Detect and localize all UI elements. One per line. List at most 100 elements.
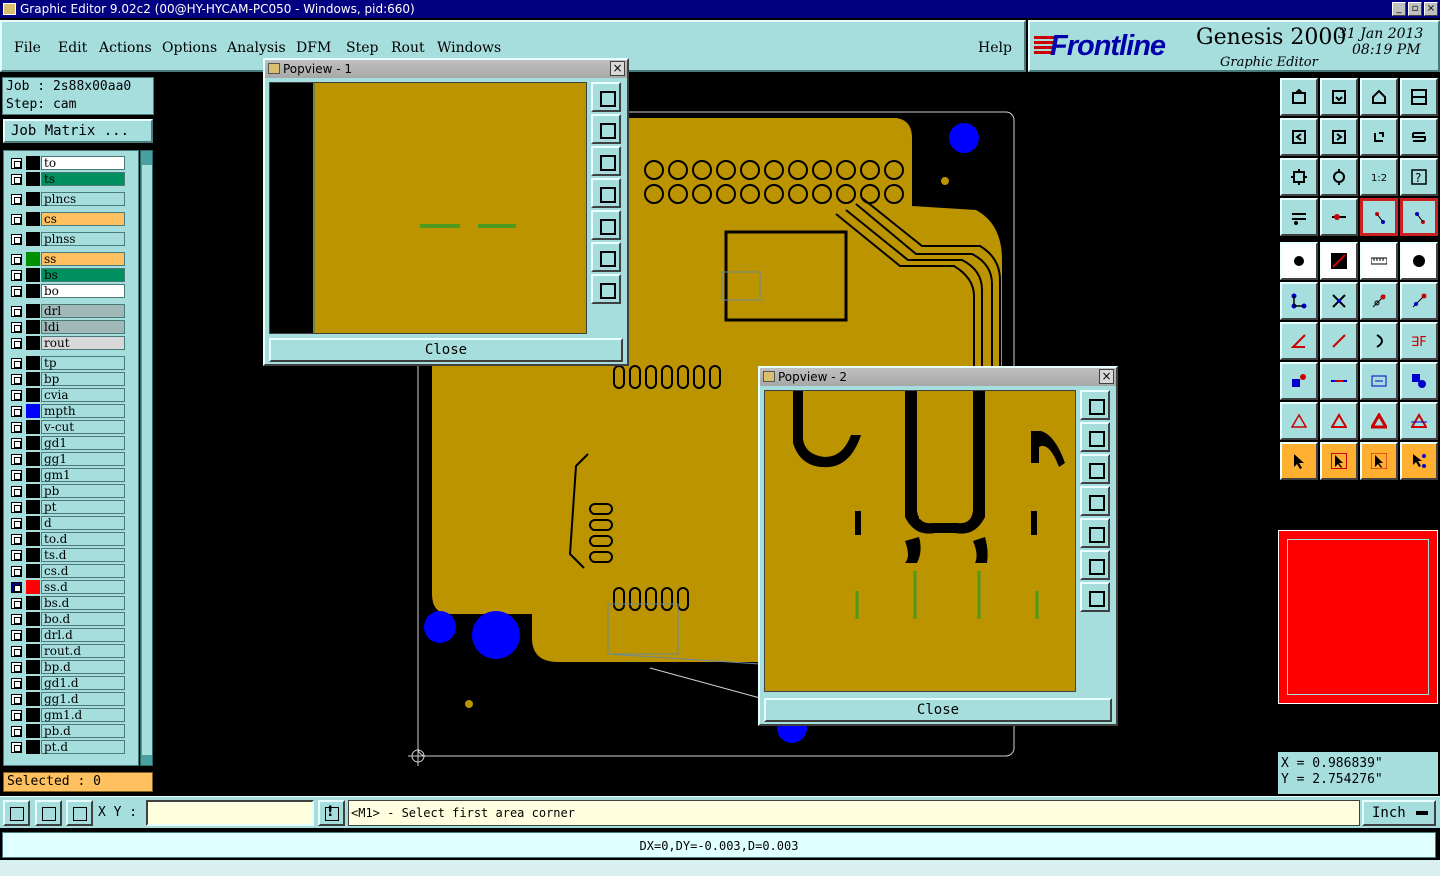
popview-zoom-out-icon[interactable] xyxy=(1080,582,1110,612)
tool-pad-select-icon[interactable] xyxy=(1280,362,1318,400)
layer-row[interactable]: pb.d xyxy=(4,723,138,739)
layer-checkbox[interactable] xyxy=(11,742,22,753)
layer-name[interactable]: bp.d xyxy=(41,660,125,674)
menu-analysis[interactable]: Analysis xyxy=(227,40,286,56)
layer-name[interactable]: cs xyxy=(41,212,125,226)
layer-row[interactable]: to xyxy=(4,155,138,171)
layer-row[interactable]: rout.d xyxy=(4,643,138,659)
popview-pan-up-icon[interactable] xyxy=(1080,422,1110,452)
layer-name[interactable]: bo.d xyxy=(41,612,125,626)
layer-row[interactable]: bo.d xyxy=(4,611,138,627)
close-window-button[interactable]: × xyxy=(1424,2,1438,16)
layer-checkbox[interactable] xyxy=(11,174,22,185)
tool-triangle-outline-icon[interactable] xyxy=(1320,402,1358,440)
tool-select-multi-icon[interactable] xyxy=(1360,442,1398,480)
layer-row[interactable]: bs xyxy=(4,267,138,283)
layer-row[interactable]: ts.d xyxy=(4,547,138,563)
layer-row[interactable]: gg1 xyxy=(4,451,138,467)
unit-selector[interactable]: Inch xyxy=(1362,800,1436,826)
tool-pan-right-icon[interactable] xyxy=(1320,118,1358,156)
tool-zoom-icon[interactable] xyxy=(1320,158,1358,196)
menu-windows[interactable]: Windows xyxy=(437,40,501,56)
layer-checkbox[interactable] xyxy=(11,502,22,513)
layer-checkbox[interactable] xyxy=(11,678,22,689)
tool-draw-line-icon[interactable] xyxy=(1320,242,1358,280)
grid-icon[interactable] xyxy=(66,800,93,826)
tool-select-icon[interactable] xyxy=(1280,442,1318,480)
layer-row[interactable]: to.d xyxy=(4,531,138,547)
layer-checkbox[interactable] xyxy=(11,694,22,705)
layer-name[interactable]: gm1.d xyxy=(41,708,125,722)
layer-checkbox[interactable] xyxy=(11,518,22,529)
layer-checkbox[interactable] xyxy=(11,158,22,169)
tool-triangle-bold-icon[interactable] xyxy=(1360,402,1398,440)
menu-file[interactable]: File xyxy=(14,40,41,56)
popview-pan-right-icon[interactable] xyxy=(591,210,621,240)
layer-name[interactable]: drl xyxy=(41,304,125,318)
tool-shapes-icon[interactable] xyxy=(1400,362,1438,400)
layer-name[interactable]: cs.d xyxy=(41,564,125,578)
tool-pan-left-icon[interactable] xyxy=(1280,118,1318,156)
layer-name[interactable]: to xyxy=(41,156,125,170)
menu-dfm[interactable]: DFM xyxy=(296,40,331,56)
layer-row[interactable]: cvia xyxy=(4,387,138,403)
popview-1-close-icon[interactable]: × xyxy=(610,61,625,76)
xy-input[interactable] xyxy=(146,800,314,826)
tool-swap-icon[interactable] xyxy=(1400,118,1438,156)
layer-name[interactable]: to.d xyxy=(41,532,125,546)
tool-dimension-icon[interactable] xyxy=(1360,362,1398,400)
layer-checkbox[interactable] xyxy=(11,374,22,385)
popview-zoom-out-icon[interactable] xyxy=(591,274,621,304)
layer-name[interactable]: gg1.d xyxy=(41,692,125,706)
popview-1-window[interactable]: Popview - 1 × Close xyxy=(263,58,629,366)
tool-connect-icon[interactable] xyxy=(1280,282,1318,320)
tool-split-view-icon[interactable] xyxy=(1400,78,1438,116)
tool-arc-icon[interactable] xyxy=(1360,322,1398,360)
layer-row[interactable]: bp.d xyxy=(4,659,138,675)
layer-row[interactable]: ldi xyxy=(4,319,138,335)
layer-row[interactable]: pt xyxy=(4,499,138,515)
snap-icon[interactable] xyxy=(3,800,30,826)
layer-checkbox[interactable] xyxy=(11,438,22,449)
layer-checkbox[interactable] xyxy=(11,194,22,205)
layer-checkbox[interactable] xyxy=(11,614,22,625)
layer-row[interactable]: rout xyxy=(4,335,138,351)
layer-name[interactable]: plncs xyxy=(41,192,125,206)
layer-name[interactable]: drl.d xyxy=(41,628,125,642)
layer-checkbox[interactable] xyxy=(11,726,22,737)
layer-row[interactable]: tp xyxy=(4,355,138,371)
popview-pan-left-icon[interactable] xyxy=(591,178,621,208)
layer-name[interactable]: ldi xyxy=(41,320,125,334)
tool-add-node-icon[interactable] xyxy=(1400,282,1438,320)
alert-icon[interactable]: ! xyxy=(318,800,345,826)
layer-checkbox[interactable] xyxy=(11,646,22,657)
unit-dropdown-icon[interactable] xyxy=(1416,811,1428,815)
layer-row[interactable]: bo xyxy=(4,283,138,299)
layer-name[interactable]: d xyxy=(41,516,125,530)
layer-row[interactable]: bs.d xyxy=(4,595,138,611)
layer-checkbox[interactable] xyxy=(11,338,22,349)
layer-row[interactable]: drl xyxy=(4,303,138,319)
layer-name[interactable]: rout.d xyxy=(41,644,125,658)
layer-name[interactable]: pt xyxy=(41,500,125,514)
layer-row[interactable]: bp xyxy=(4,371,138,387)
layer-checkbox[interactable] xyxy=(11,662,22,673)
tool-triangle-split-icon[interactable] xyxy=(1400,402,1438,440)
tool-help-icon[interactable]: ? xyxy=(1400,158,1438,196)
layer-row[interactable]: gd1 xyxy=(4,435,138,451)
layer-row[interactable]: v-cut xyxy=(4,419,138,435)
layer-name[interactable]: ss.d xyxy=(41,580,125,594)
layer-row[interactable]: gm1 xyxy=(4,467,138,483)
layer-row[interactable]: drl.d xyxy=(4,627,138,643)
layer-checkbox[interactable] xyxy=(11,534,22,545)
layer-checkbox[interactable] xyxy=(11,550,22,561)
popview-2-view[interactable] xyxy=(764,390,1076,692)
layer-row[interactable]: d xyxy=(4,515,138,531)
layer-name[interactable]: plnss xyxy=(41,232,125,246)
layer-checkbox[interactable] xyxy=(11,710,22,721)
menu-actions[interactable]: Actions xyxy=(99,40,152,56)
tool-text-icon[interactable]: ∃F xyxy=(1400,322,1438,360)
tool-one-to-two-icon[interactable]: 1:2 xyxy=(1360,158,1398,196)
layer-name[interactable]: tp xyxy=(41,356,125,370)
tool-triangle-icon[interactable] xyxy=(1280,402,1318,440)
